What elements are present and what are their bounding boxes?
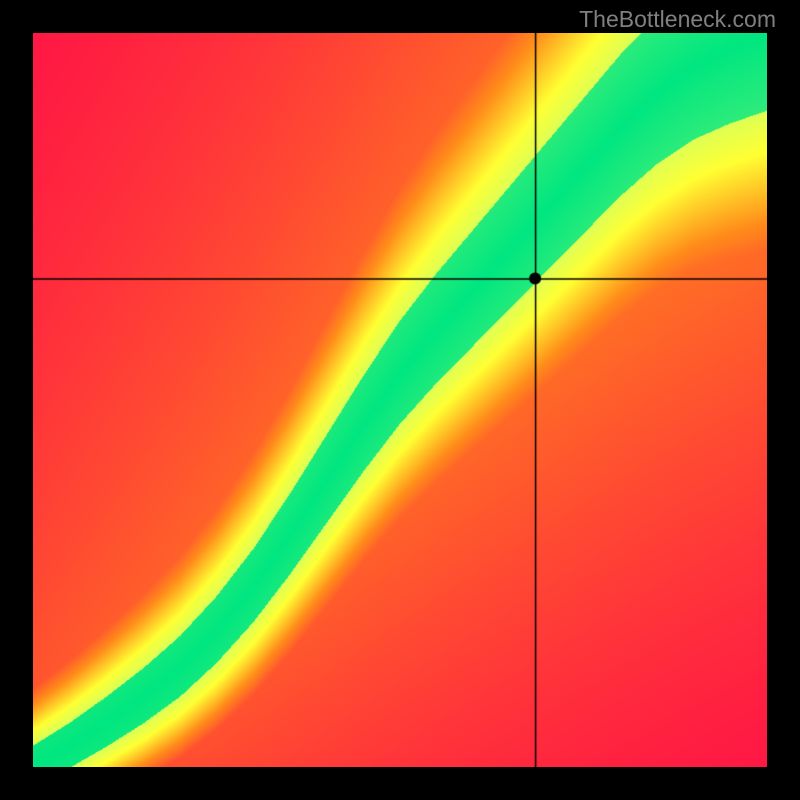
attribution-text: TheBottleneck.com [579, 6, 776, 33]
bottleneck-heatmap [33, 33, 767, 767]
chart-frame: TheBottleneck.com [0, 0, 800, 800]
